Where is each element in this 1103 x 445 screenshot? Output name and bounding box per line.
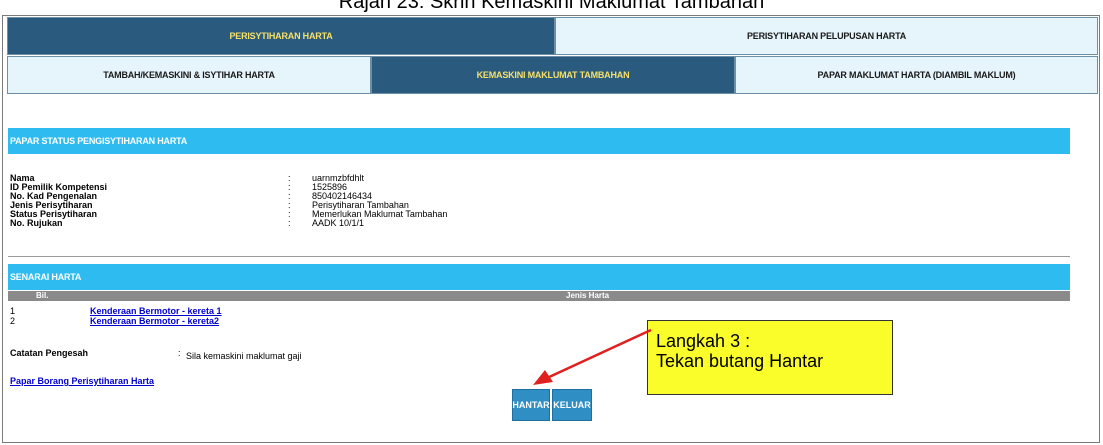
asset-link[interactable]: Kenderaan Bermotor - kereta2	[90, 317, 219, 326]
arrow-line	[546, 328, 652, 380]
note-label: Catatan Pengesah	[10, 348, 89, 358]
row-number: 2	[10, 316, 16, 326]
field-colon: :	[288, 218, 291, 228]
status-section-header: PAPAR STATUS PENGISYTIHARAN HARTA	[8, 128, 1070, 154]
column-header-bil: Bil.	[36, 291, 49, 300]
exit-button[interactable]: KELUAR	[552, 389, 592, 421]
tab-perisytiharan-pelupusan-harta[interactable]: PERISYTIHARAN PELUPUSAN HARTA	[555, 17, 1098, 55]
row-number: 1	[10, 306, 16, 316]
instruction-callout: Langkah 3 : Tekan butang Hantar	[647, 320, 893, 395]
arrow-annotation	[533, 328, 652, 385]
tab-papar-maklumat-harta[interactable]: PAPAR MAKLUMAT HARTA (DIAMBIL MAKLUM)	[735, 56, 1098, 94]
form-link[interactable]: Papar Borang Perisytiharan Harta	[10, 376, 154, 386]
asset-section-header: SENARAI HARTA	[8, 264, 1070, 290]
tab-perisytiharan-harta[interactable]: PERISYTIHARAN HARTA	[7, 17, 555, 55]
note-colon: :	[178, 348, 181, 358]
asset-table-header: Bil. Jenis Harta	[8, 291, 1070, 301]
tab-tambah-kemaskini[interactable]: TAMBAH/KEMASKINI & ISYTIHAR HARTA	[7, 56, 371, 94]
note-value: Sila kemaskini maklumat gaji	[186, 351, 302, 361]
field-value: AADK 10/1/1	[312, 218, 365, 228]
page-caption: Rajah 23: Skrin Kemaskini Maklumat Tamba…	[338, 0, 765, 13]
field-label: No. Rujukan	[10, 218, 63, 228]
column-header-jenis-harta: Jenis Harta	[566, 291, 610, 300]
callout-step: Langkah 3 :	[656, 331, 751, 351]
asset-link[interactable]: Kenderaan Bermotor - kereta 1	[90, 307, 222, 316]
arrow-head-icon	[533, 370, 553, 385]
tab-kemaskini-maklumat-tambahan[interactable]: KEMASKINI MAKLUMAT TAMBAHAN	[371, 56, 735, 94]
section-divider	[8, 256, 1070, 257]
submit-button[interactable]: HANTAR	[512, 389, 550, 421]
callout-instruction: Tekan butang Hantar	[656, 351, 824, 371]
